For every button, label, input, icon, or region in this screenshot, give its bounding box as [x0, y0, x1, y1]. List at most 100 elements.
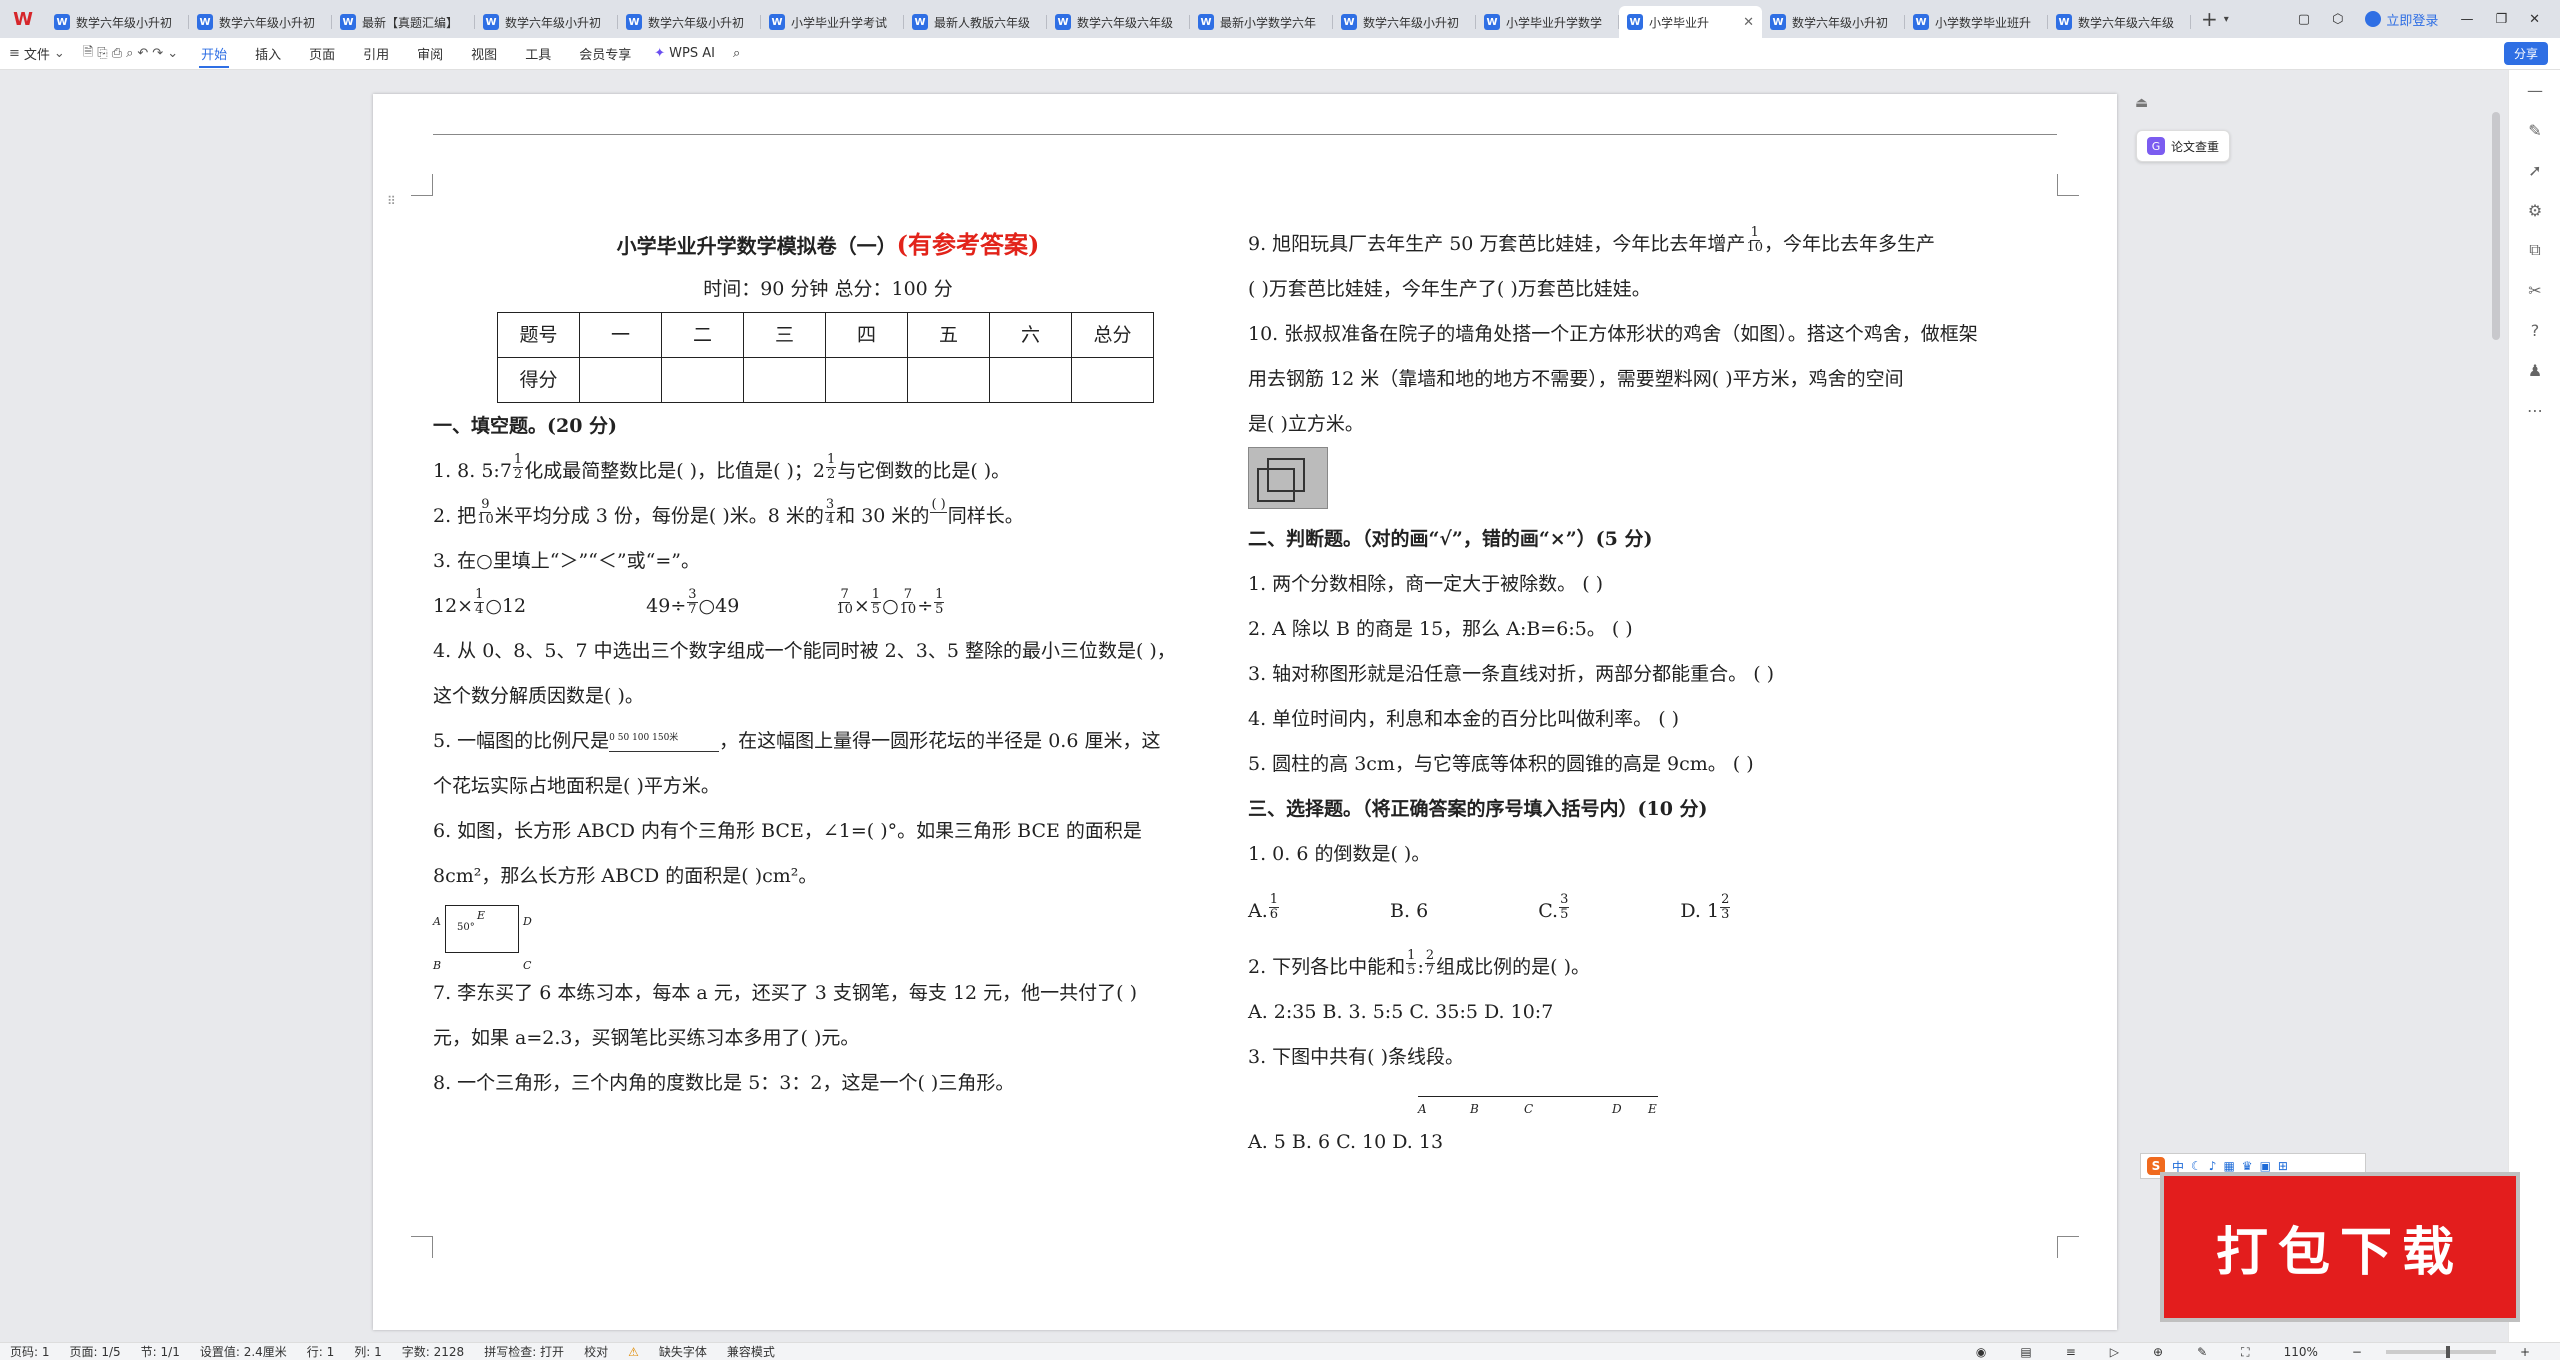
close-tab-icon[interactable]: ✕: [1743, 15, 1754, 30]
zoom-out-icon[interactable]: −: [2342, 1345, 2372, 1359]
tab[interactable]: W 数学六年级小升初: [1762, 6, 1905, 38]
table-cell[interactable]: 三: [743, 312, 826, 358]
table-cell[interactable]: [907, 357, 990, 403]
cursor-icon[interactable]: ➚: [2509, 150, 2560, 190]
eye-icon[interactable]: ◉: [1966, 1345, 1996, 1359]
tab[interactable]: W 最新人教版六年级: [904, 6, 1047, 38]
preview-icon[interactable]: ⌕: [126, 46, 133, 61]
settings-icon[interactable]: ⚙: [2509, 190, 2560, 230]
tab[interactable]: W 数学六年级小升初: [618, 6, 761, 38]
outline-icon[interactable]: ≡: [2056, 1345, 2086, 1359]
tab[interactable]: W 最新【真题汇编】: [332, 6, 475, 38]
chevron-down-icon[interactable]: ▾: [2224, 0, 2229, 38]
menu-member[interactable]: 会员专享: [565, 38, 645, 70]
vertical-scrollbar[interactable]: [2492, 112, 2500, 340]
wps-logo-icon[interactable]: W: [0, 0, 46, 38]
zoom-in-icon[interactable]: +: [2510, 1345, 2540, 1359]
choice-1: 1. 0. 6 的倒数是( )。: [1248, 843, 1431, 865]
tab[interactable]: W 最新小学数学六年: [1190, 6, 1333, 38]
play-icon[interactable]: ▷: [2100, 1345, 2129, 1359]
table-cell[interactable]: 二: [661, 312, 744, 358]
expand-icon[interactable]: ⏏: [2135, 95, 2148, 111]
tab[interactable]: W 小学毕业升学考试: [761, 6, 904, 38]
tab[interactable]: W 小学数学毕业班升: [1905, 6, 2048, 38]
fraction: 9 10: [477, 497, 494, 527]
question-5a: 5. 一幅图的比例尺是0 50 100 150米 ，在这幅图上量得一圆形花坛的半径…: [433, 730, 1161, 752]
pen-icon[interactable]: ✎: [2187, 1345, 2217, 1359]
close-icon[interactable]: ✕: [2529, 12, 2540, 27]
zoom-level[interactable]: 110%: [2274, 1345, 2328, 1359]
login-button[interactable]: 立即登录: [2365, 10, 2438, 29]
pen-icon[interactable]: ✎: [2509, 110, 2560, 150]
chevron-down-icon[interactable]: ⌄: [167, 46, 178, 61]
table-cell[interactable]: 六: [989, 312, 1072, 358]
table-cell[interactable]: [1071, 357, 1154, 403]
doc-icon: W: [340, 14, 356, 30]
menu-tools[interactable]: 工具: [511, 38, 565, 70]
tab[interactable]: W 数学六年级小升初: [46, 6, 189, 38]
shirt-icon[interactable]: ♟: [2509, 350, 2560, 390]
question-9a: 9. 旭阳玩具厂去年生产 50 万套芭比娃娃，今年比去年增产 1 10 ，今年比去年多…: [1248, 225, 1935, 256]
file-menu[interactable]: ≡ 文件 ⌄: [0, 38, 74, 70]
document-page[interactable]: ⠿ 小学毕业升学数学模拟卷（一）(有参考答案) 时间：90 分钟 总分：100 …: [373, 94, 2117, 1330]
judge-2: 2. A 除以 B 的商是 15，那么 A:B=6:5。 ( ): [1248, 618, 1633, 640]
question-4b: 这个数分解质因数是( )。: [433, 685, 644, 707]
download-banner[interactable]: 打包下载: [2160, 1172, 2520, 1322]
new-tab-icon[interactable]: +: [2201, 0, 2218, 38]
export-icon[interactable]: ⎘: [97, 46, 107, 61]
menu-view[interactable]: 视图: [457, 38, 511, 70]
table-cell[interactable]: [579, 357, 662, 403]
window-icon[interactable]: ▢: [2298, 12, 2310, 27]
zoom-slider[interactable]: [2385, 1346, 2496, 1358]
drag-handle-icon[interactable]: ⠿: [387, 194, 396, 208]
layout-icon[interactable]: ⧉: [2509, 230, 2560, 270]
fraction: 14: [474, 587, 485, 617]
tab[interactable]: W 小学毕业升学数学: [1476, 6, 1619, 38]
tab[interactable]: W 数学六年级小升初: [475, 6, 618, 38]
table-cell[interactable]: 总分: [1071, 312, 1154, 358]
minus-icon[interactable]: —: [2509, 70, 2560, 110]
fit-icon[interactable]: ⛶: [2231, 1345, 2259, 1360]
restore-icon[interactable]: ❐: [2495, 12, 2507, 27]
table-cell[interactable]: 得分: [497, 357, 580, 403]
help-icon[interactable]: ?: [2509, 310, 2560, 350]
table-cell[interactable]: 一: [579, 312, 662, 358]
page-view-icon[interactable]: ▤: [2010, 1345, 2041, 1359]
save-icon[interactable]: 🗎: [83, 43, 93, 65]
scale-ruler: 0 50 100 150米: [609, 732, 720, 752]
minimize-icon[interactable]: —: [2460, 12, 2473, 27]
table-cell[interactable]: 五: [907, 312, 990, 358]
table-cell[interactable]: 题号: [497, 312, 580, 358]
menu-page[interactable]: 页面: [295, 38, 349, 70]
undo-icon[interactable]: ↶: [137, 46, 148, 61]
choice-2: 2. 下列各比中能和 1 5:2 7 组成比例的是( )。: [1248, 948, 1591, 979]
print-icon[interactable]: ⎙: [112, 46, 122, 61]
more-icon[interactable]: ⋯: [2509, 390, 2560, 430]
question-10b: 用去钢筋 12 米（靠墙和地的地方不需要），需要塑料网( )平方米，鸡舍的空间: [1248, 368, 1904, 390]
paper-check-button[interactable]: G 论文查重: [2136, 130, 2231, 162]
menu-reference[interactable]: 引用: [349, 38, 403, 70]
cube-icon[interactable]: ⬡: [2332, 12, 2343, 27]
tab[interactable]: W 数学六年级小升初: [189, 6, 332, 38]
search-icon[interactable]: ⌕: [724, 38, 749, 70]
zoom-thumb[interactable]: [2445, 1346, 2450, 1358]
share-button[interactable]: 分享: [2503, 42, 2548, 65]
menu-insert[interactable]: 插入: [241, 38, 295, 70]
web-icon[interactable]: ⊕: [2143, 1345, 2173, 1359]
table-cell[interactable]: [989, 357, 1072, 403]
table-cell[interactable]: 四: [825, 312, 908, 358]
table-cell[interactable]: [661, 357, 744, 403]
table-cell[interactable]: [743, 357, 826, 403]
tab-active[interactable]: W 小学毕业升 ✕: [1619, 6, 1762, 38]
tab[interactable]: W 数学六年级六年级: [2048, 6, 2191, 38]
wps-ai-button[interactable]: ✦ WPS AI: [645, 38, 724, 70]
table-cell[interactable]: [825, 357, 908, 403]
tab[interactable]: W 数学六年级小升初: [1333, 6, 1476, 38]
segment-label: A: [1418, 1102, 1427, 1116]
doc-icon: W: [1198, 14, 1214, 30]
tools-icon[interactable]: ✂: [2509, 270, 2560, 310]
redo-icon[interactable]: ↷: [152, 46, 163, 61]
menu-home[interactable]: 开始: [187, 38, 241, 70]
menu-review[interactable]: 审阅: [403, 38, 457, 70]
tab[interactable]: W 数学六年级六年级: [1047, 6, 1190, 38]
